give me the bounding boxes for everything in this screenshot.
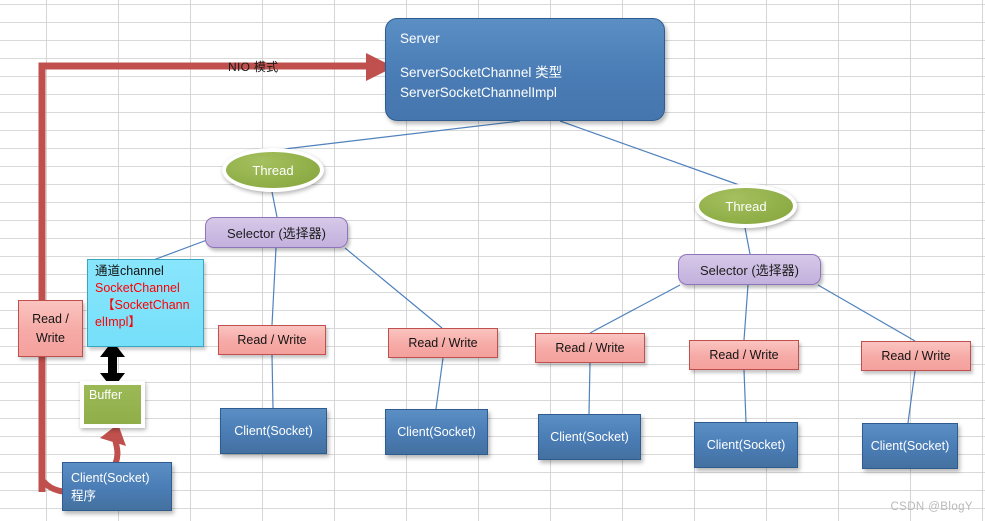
read-write-label: Read / Write [408, 336, 478, 350]
read-write-label: Read / Write [237, 333, 307, 347]
channel-cn-text: 通道 [95, 264, 121, 278]
client-program-line-1: Client(Socket) [71, 471, 150, 485]
read-write-label: Read / Write [709, 348, 779, 362]
thread-node-1[interactable]: Thread [222, 148, 324, 192]
buffer-node[interactable]: Buffer [80, 381, 145, 428]
channel-en-text: channel [120, 264, 164, 278]
read-write-box-3[interactable]: Read / Write [535, 333, 645, 363]
client-node-1[interactable]: Client(Socket) [220, 408, 327, 454]
client-label: Client(Socket) [550, 430, 629, 444]
read-write-box-0[interactable]: Read / Write [18, 300, 83, 357]
socket-channel-node[interactable]: 通道channel SocketChannel 【SocketChann elI… [87, 259, 204, 347]
read-write-label: Read / Write [881, 349, 951, 363]
thread-node-2[interactable]: Thread [695, 184, 797, 228]
server-spacer [400, 49, 664, 63]
diagram-canvas: NIO 模式 Server ServerSocketChannel 类型 Ser… [0, 0, 985, 521]
client-label: Client(Socket) [870, 439, 950, 453]
channel-line-3: 【SocketChann [102, 298, 190, 312]
selector-node-1[interactable]: Selector (选择器) [205, 217, 348, 248]
server-node[interactable]: Server ServerSocketChannel 类型 ServerSock… [385, 18, 665, 121]
channel-line-2: SocketChannel [95, 281, 180, 295]
watermark: CSDN @BlogY [890, 501, 973, 513]
server-impl-line: ServerSocketChannelImpl [400, 85, 557, 100]
client-node-5[interactable]: Client(Socket) [862, 423, 958, 469]
channel-line-4: elImpl】 [95, 315, 141, 329]
client-label: Client(Socket) [706, 438, 786, 452]
read-write-label: Read / Write [555, 341, 625, 355]
read-write-box-2[interactable]: Read / Write [388, 328, 498, 358]
server-title: Server [400, 31, 440, 46]
client-program-node[interactable]: Client(Socket) 程序 [62, 462, 172, 511]
client-label: Client(Socket) [397, 425, 476, 439]
client-label: Client(Socket) [234, 424, 313, 438]
selector-node-2[interactable]: Selector (选择器) [678, 254, 821, 285]
selector-label: Selector (选择器) [700, 263, 799, 278]
client-program-line-2: 程序 [71, 489, 97, 503]
thread-label: Thread [725, 198, 767, 214]
thread-label: Thread [252, 162, 294, 178]
read-write-box-1[interactable]: Read / Write [218, 325, 326, 355]
read-write-box-5[interactable]: Read / Write [861, 341, 971, 371]
selector-label: Selector (选择器) [227, 226, 326, 241]
channel-line-1: 通道channel [95, 263, 199, 280]
server-type-line: ServerSocketChannel 类型 [400, 65, 563, 80]
client-node-3[interactable]: Client(Socket) [538, 414, 641, 460]
nio-mode-label: NIO 模式 [228, 60, 279, 74]
buffer-label: Buffer [89, 388, 123, 402]
client-node-4[interactable]: Client(Socket) [694, 422, 798, 468]
read-write-box-4[interactable]: Read / Write [689, 340, 799, 370]
read-write-label: Read / Write [32, 311, 69, 345]
client-node-2[interactable]: Client(Socket) [385, 409, 488, 455]
